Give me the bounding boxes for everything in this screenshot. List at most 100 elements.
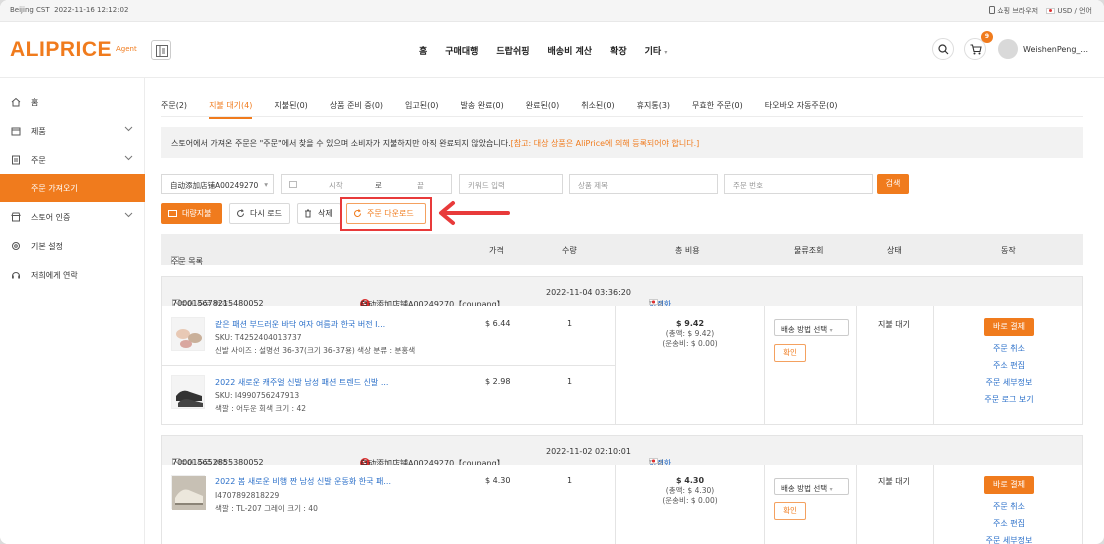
- item-qty: 1: [567, 319, 573, 328]
- sidebar-toggle-icon: [156, 45, 168, 57]
- notice-text: 스토어에서 가져온 주문은 "주문"에서 찾을 수 있으며 소비자가 지불하지만…: [171, 139, 511, 148]
- edit-address-link[interactable]: 주소 편집: [934, 360, 1084, 371]
- username-label[interactable]: WeishenPeng_...: [1023, 45, 1088, 54]
- search-button[interactable]: [932, 38, 954, 60]
- pay-now-button[interactable]: 바로 결제: [984, 318, 1034, 336]
- product-sku: SKU: I4990756247913: [215, 391, 300, 400]
- info-notice: 스토어에서 가져온 주문은 "주문"에서 찾을 수 있으며 소비자가 지불하지만…: [161, 127, 1083, 158]
- product-thumbnail[interactable]: [171, 475, 206, 510]
- order-log-link[interactable]: 주문 로그 보기: [934, 394, 1084, 405]
- shop-browser-link[interactable]: 쇼핑 브라우저: [989, 6, 1038, 16]
- reload-button[interactable]: 다시 로드: [229, 203, 290, 224]
- sidebar-item-orders[interactable]: 주문: [0, 146, 145, 174]
- header-action: 동작: [1001, 246, 1016, 255]
- keyword-input[interactable]: 키워드 입력: [459, 174, 563, 194]
- sidebar-item-label: 저희에게 연락: [31, 271, 78, 280]
- divider: [764, 306, 765, 424]
- date-start-placeholder: 시작: [329, 181, 343, 190]
- nav-purchase-agent[interactable]: 구매대행: [445, 44, 478, 57]
- order-icon: [12, 155, 20, 165]
- sidebar-item-label: 홈: [31, 98, 39, 107]
- notice-warning: [참고: 대상 상품은 AliPrice에 의해 등록되어야 합니다.]: [510, 139, 700, 148]
- shipping-method-select[interactable]: 배송 방법 선택 ▾: [774, 319, 849, 336]
- shop-browser-label: 쇼핑 브라우저: [997, 7, 1039, 15]
- item-price: $ 4.30: [485, 476, 511, 485]
- sidebar-item-label: 주문: [31, 156, 46, 165]
- product-name-link[interactable]: 2022 새로운 캐주얼 신발 남성 패션 트렌드 신발 ...: [215, 377, 388, 388]
- edit-address-link[interactable]: 주소 편집: [934, 518, 1084, 529]
- delete-button[interactable]: 삭제: [297, 203, 341, 224]
- header-status: 상태: [887, 246, 902, 255]
- product-title-input[interactable]: 상품 제목: [569, 174, 718, 194]
- header-total: 총 비용: [675, 246, 700, 255]
- confirm-button[interactable]: 확인: [774, 344, 806, 362]
- nav-home[interactable]: 홈: [419, 44, 427, 57]
- sidebar-item-settings[interactable]: 기본 설정: [0, 232, 145, 260]
- order-body: 같은 패션 부드러운 바닥 여자 여름과 한국 버전 I... SKU: T42…: [161, 306, 1083, 425]
- product-thumbnail[interactable]: [171, 317, 205, 351]
- divider: [856, 306, 857, 424]
- sidebar-item-store-auth[interactable]: 스토어 인증: [0, 203, 145, 231]
- pointer-arrow-icon: [439, 201, 510, 225]
- sidebar-item-import-orders[interactable]: 주문 가져오기: [0, 174, 145, 202]
- divider: [856, 465, 857, 544]
- top-info-bar: Beijing CST 2022-11-16 12:12:02 쇼핑 브라우저 …: [0, 0, 1104, 22]
- order-details-link[interactable]: 주문 세부정보: [934, 535, 1084, 544]
- sidebar: 홈 제품 주문 주문 가져오기 스토어 인증 기본 설정 저희에게 연락: [0, 78, 145, 544]
- store-icon: [11, 212, 21, 222]
- order-details-link[interactable]: 주문 세부정보: [934, 377, 1084, 388]
- date-range-picker[interactable]: 시작 로 끝: [281, 174, 452, 194]
- cancel-order-link[interactable]: 주문 취소: [934, 343, 1084, 354]
- search-submit-button[interactable]: 검색: [877, 174, 909, 194]
- sidebar-item-label: 제품: [31, 127, 46, 136]
- chevron-down-icon: ▾: [829, 327, 833, 334]
- app-window: Beijing CST 2022-11-16 12:12:02 쇼핑 브라우저 …: [0, 0, 1104, 544]
- order-body: 2022 봄 새로운 비행 짠 남성 신발 운동화 한국 패... I47078…: [161, 465, 1083, 544]
- chevron-down-icon: ▾: [664, 49, 668, 56]
- chevron-down-icon: [124, 126, 133, 132]
- pay-now-button[interactable]: 바로 결제: [984, 476, 1034, 494]
- avatar[interactable]: [998, 39, 1018, 59]
- item-price: $ 6.44: [485, 319, 511, 328]
- sidebar-item-contact[interactable]: 저희에게 연락: [0, 261, 145, 289]
- currency-language-selector[interactable]: USD / 언어: [1046, 6, 1092, 16]
- sidebar-toggle-button[interactable]: [151, 40, 171, 60]
- store-select-value: 自动添加店铺A00249270: [170, 181, 259, 190]
- header-price: 가격: [489, 246, 504, 255]
- order-datetime: 2022-11-04 03:36:20: [546, 288, 631, 297]
- phone-icon: [989, 6, 995, 14]
- store-select[interactable]: 自动添加店铺A00249270 ▾: [161, 174, 274, 194]
- header-qty: 수량: [562, 246, 577, 255]
- shipping-method-select[interactable]: 배송 방법 선택 ▾: [774, 478, 849, 495]
- confirm-button[interactable]: 확인: [774, 502, 806, 520]
- product-name-link[interactable]: 같은 패션 부드러운 바닥 여자 여름과 한국 버전 I...: [215, 319, 385, 330]
- aliprice-logo[interactable]: ALIPRICE: [10, 38, 112, 62]
- header-items-label: 주문 목록: [171, 257, 203, 266]
- sidebar-item-label: 스토어 인증: [31, 213, 71, 222]
- order-total-value: $ 9.42: [675, 319, 705, 328]
- product-thumbnail[interactable]: [171, 375, 205, 409]
- nav-dropshipping[interactable]: 드랍쉬핑: [496, 44, 529, 57]
- product-name-link[interactable]: 2022 봄 새로운 비행 짠 남성 신발 운동화 한국 패...: [215, 476, 391, 487]
- order-shipping-fee: (운송비: $ 0.00): [662, 496, 718, 505]
- bulk-pay-button[interactable]: 대량지불: [161, 203, 222, 224]
- product-sku: I4707892818229: [215, 491, 280, 500]
- list-item: 2022 봄 새로운 비행 짠 남성 신발 운동화 한국 패... I47078…: [162, 465, 615, 544]
- header-logistics: 물류조회: [794, 246, 824, 255]
- orders-table-header: 주문 목록 가격 수량 총 비용 물류조회 상태 동작: [161, 234, 1083, 266]
- item-qty: 1: [567, 476, 573, 485]
- cancel-order-link[interactable]: 주문 취소: [934, 501, 1084, 512]
- order-number-input[interactable]: 주문 번호: [724, 174, 873, 194]
- highlight-box: [340, 197, 432, 231]
- home-icon: [11, 97, 21, 107]
- cart-icon: [970, 44, 982, 55]
- nav-shipping-calc[interactable]: 배송비 계산: [548, 44, 593, 57]
- box-icon: [11, 127, 21, 136]
- sidebar-item-products[interactable]: 제품: [0, 117, 145, 145]
- product-attributes: 색깔 : 어두운 회색 크기 : 42: [215, 404, 307, 413]
- nav-extension[interactable]: 확장: [610, 44, 627, 57]
- sidebar-item-home[interactable]: 홈: [0, 88, 145, 116]
- order-total: $ 9.42 (총액: $ 9.42) (운송비: $ 0.00): [616, 319, 764, 349]
- product-attributes: 신발 사이즈 : 설명선 36-37(크기 36-37용) 색상 분류 : 분홍…: [215, 346, 416, 355]
- nav-more[interactable]: 기타 ▾: [645, 44, 668, 57]
